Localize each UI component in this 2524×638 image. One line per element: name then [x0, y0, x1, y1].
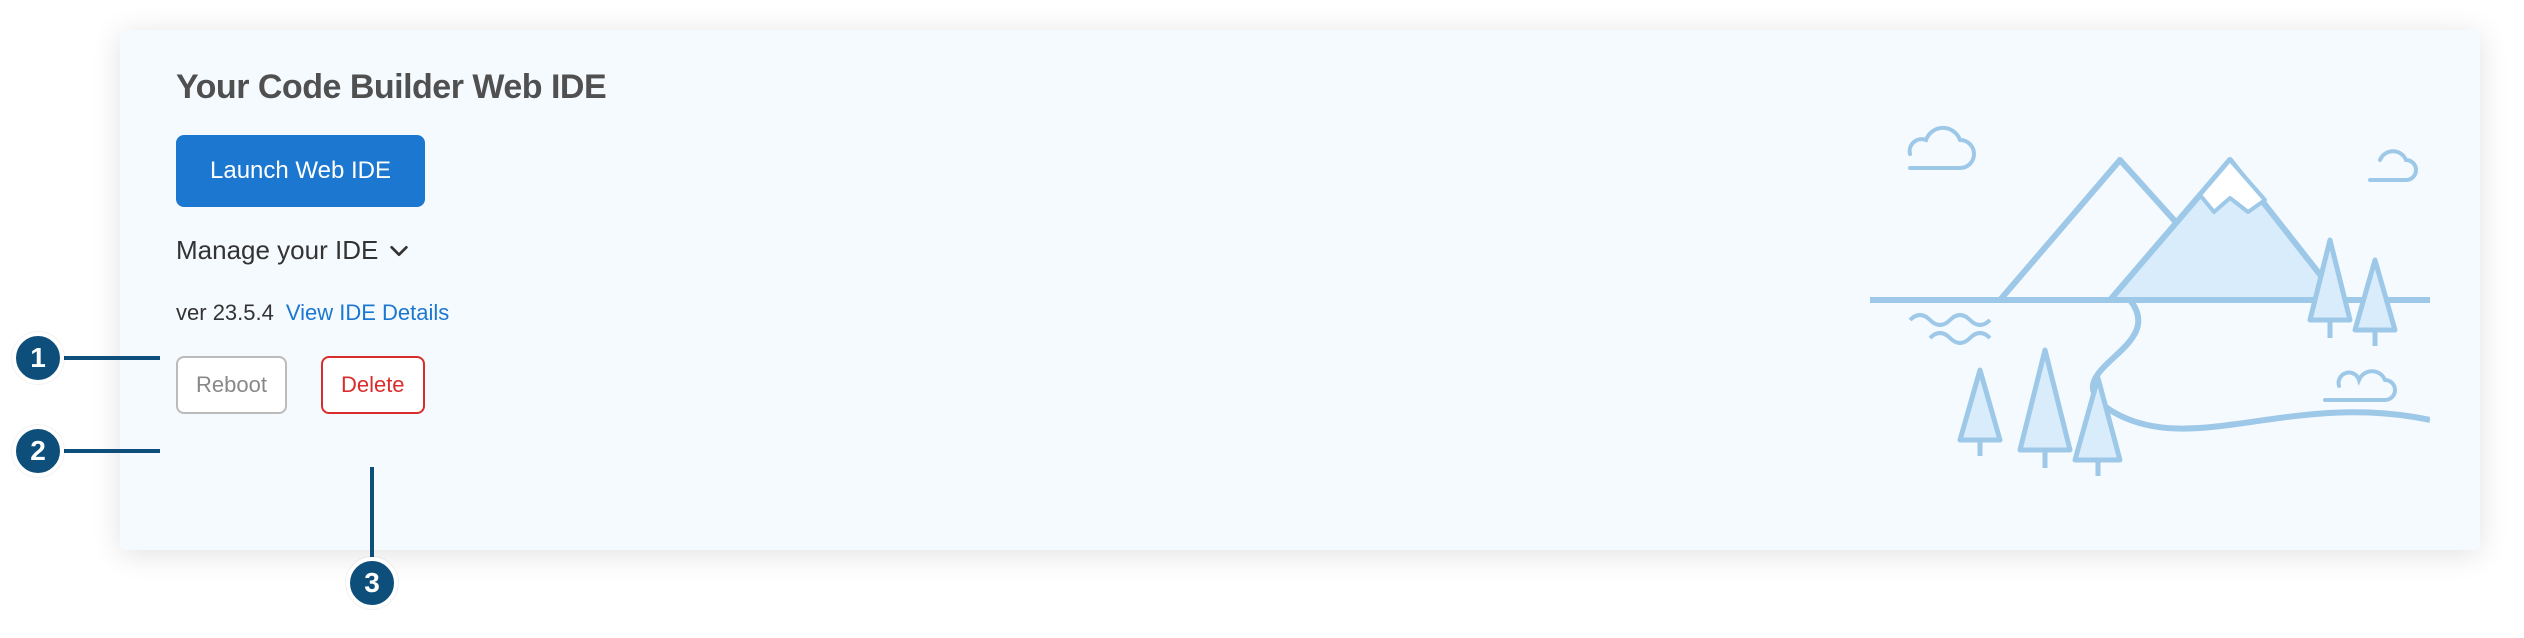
chevron-down-icon	[388, 240, 410, 262]
callout-connector	[370, 467, 374, 557]
callout-badge: 1	[12, 332, 64, 384]
callout-marker-2: 2	[12, 425, 160, 477]
callout-badge: 3	[346, 557, 398, 609]
delete-button[interactable]: Delete	[321, 356, 425, 414]
callout-badge: 2	[12, 425, 64, 477]
callout-connector	[64, 449, 160, 453]
launch-web-ide-button[interactable]: Launch Web IDE	[176, 135, 425, 207]
reboot-button[interactable]: Reboot	[176, 356, 287, 414]
manage-ide-label: Manage your IDE	[176, 235, 378, 266]
ide-card: Your Code Builder Web IDE Launch Web IDE…	[120, 30, 2480, 550]
view-ide-details-link[interactable]: View IDE Details	[286, 300, 449, 326]
version-number: 23.5.4	[213, 300, 274, 325]
page-title: Your Code Builder Web IDE	[176, 68, 2424, 107]
callout-connector	[64, 356, 160, 360]
version-label: ver 23.5.4	[176, 300, 274, 326]
callout-marker-1: 1	[12, 332, 160, 384]
callout-marker-3: 3	[346, 467, 398, 609]
mountain-illustration	[1870, 120, 2430, 480]
